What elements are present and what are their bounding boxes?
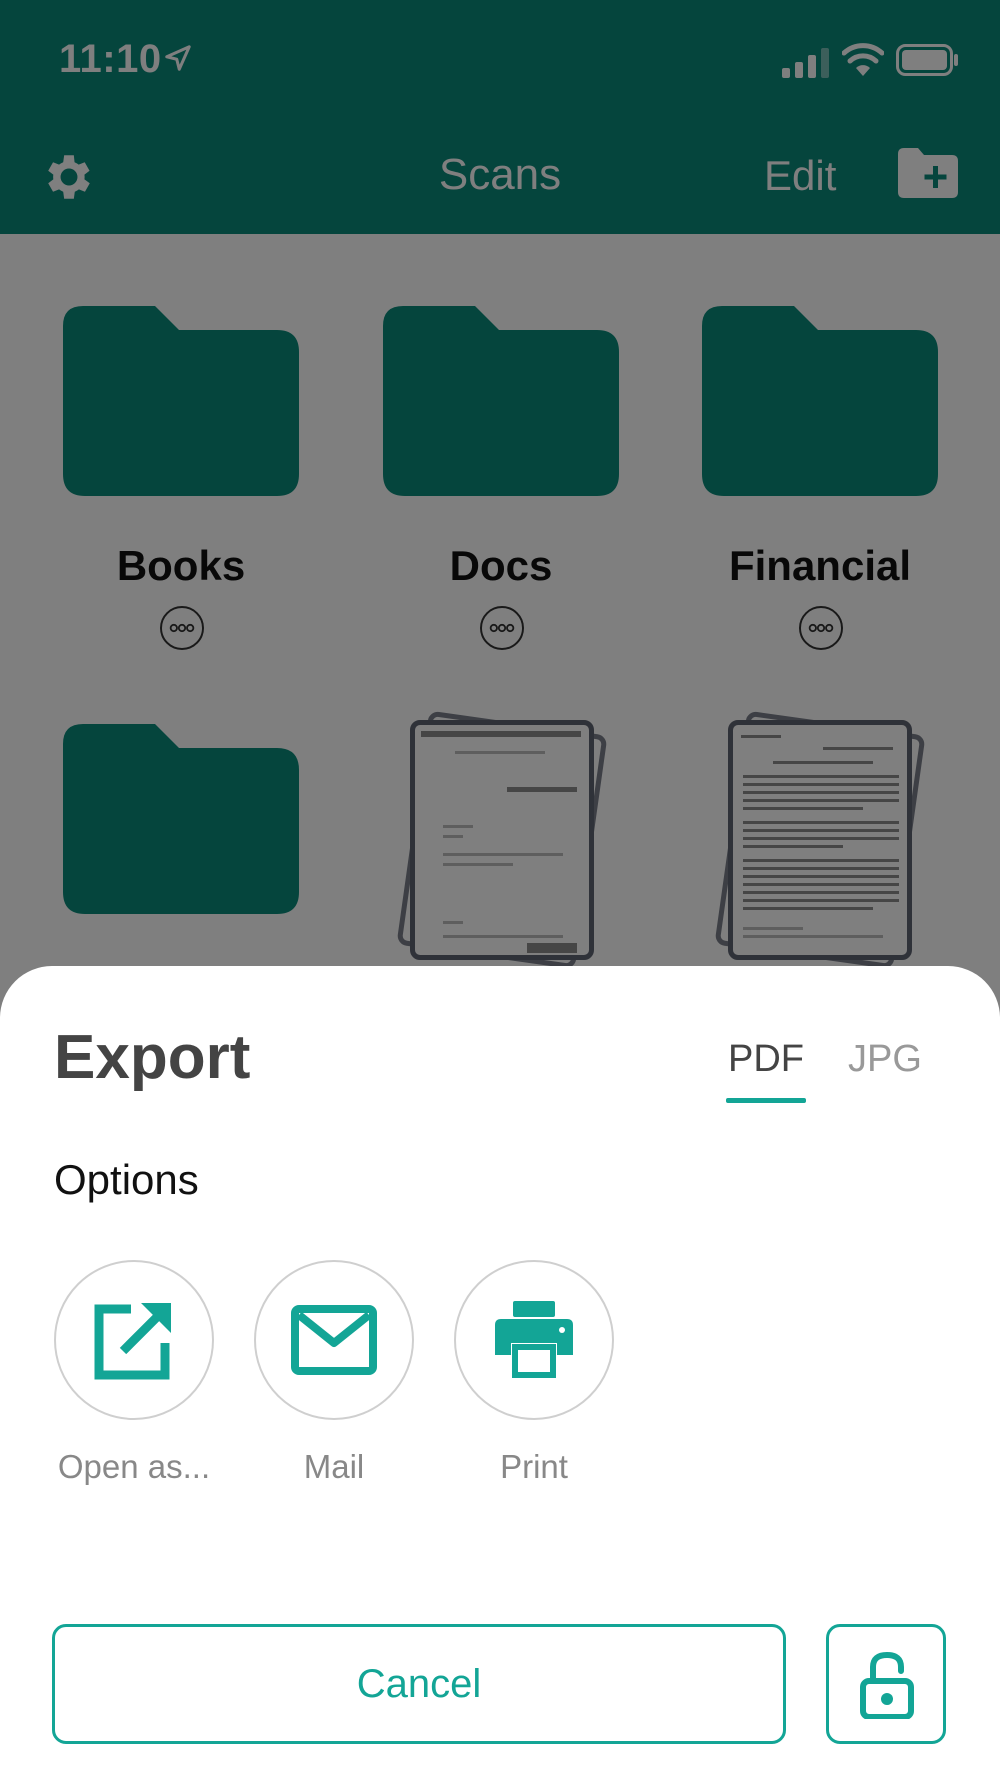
lock-button[interactable] xyxy=(826,1624,946,1744)
open-external-icon xyxy=(94,1303,171,1380)
export-sheet: Export PDF JPG Options Open as... Mail P… xyxy=(0,966,1000,1778)
tab-pdf[interactable]: PDF xyxy=(728,1038,804,1081)
scans-screen: 11:10 Scans Edit xyxy=(0,0,1000,1778)
cancel-button[interactable]: Cancel xyxy=(52,1624,786,1744)
printer-icon xyxy=(495,1301,573,1378)
selected-tab-indicator xyxy=(726,1098,806,1103)
unlock-icon xyxy=(860,1651,914,1719)
option-label-print: Print xyxy=(500,1448,568,1485)
options-heading: Options xyxy=(54,1156,199,1203)
option-label-open-as: Open as... xyxy=(57,1448,211,1485)
tab-jpg[interactable]: JPG xyxy=(848,1038,922,1081)
mail-icon xyxy=(291,1305,377,1375)
option-label-mail: Mail xyxy=(303,1448,365,1485)
sheet-title: Export xyxy=(54,1023,251,1092)
